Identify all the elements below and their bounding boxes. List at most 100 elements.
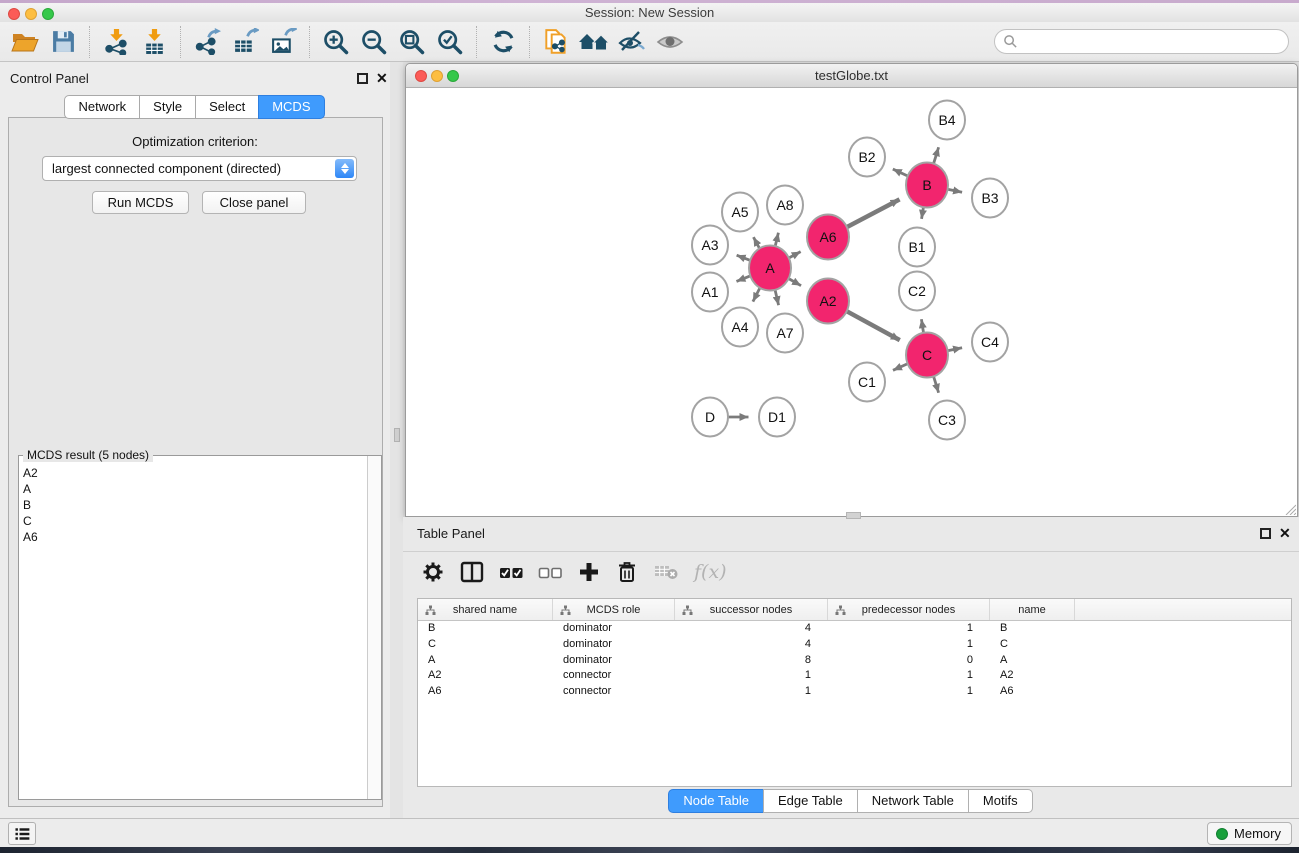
cell-MCDS-role[interactable]: connector (553, 668, 675, 684)
node-A7[interactable]: A7 (767, 314, 803, 353)
deselect-all-button[interactable] (538, 555, 563, 589)
network-window-titlebar[interactable]: testGlobe.txt (406, 64, 1297, 88)
cell-shared-name[interactable]: B (418, 621, 553, 637)
select-all-button[interactable] (499, 555, 524, 589)
zoom-selected-button[interactable] (431, 24, 469, 60)
cell-successor-nodes[interactable]: 1 (675, 684, 828, 700)
tab-mcds[interactable]: MCDS (258, 95, 324, 119)
cell-successor-nodes[interactable]: 4 (675, 621, 828, 637)
mcds-result-item[interactable]: B (23, 497, 367, 513)
table-row[interactable]: Cdominator41C (418, 637, 1291, 653)
cell-successor-nodes[interactable]: 4 (675, 637, 828, 653)
float-panel-icon[interactable] (357, 73, 368, 84)
node-B[interactable]: B (906, 163, 948, 208)
resize-grip-icon[interactable] (1283, 502, 1296, 515)
export-network-button[interactable] (188, 24, 226, 60)
clone-network-button[interactable] (537, 24, 575, 60)
node-A6[interactable]: A6 (807, 215, 849, 260)
node-B4[interactable]: B4 (929, 101, 965, 140)
show-all-networks-button[interactable] (575, 24, 613, 60)
close-table-panel-icon[interactable]: ✕ (1279, 528, 1291, 539)
cell-MCDS-role[interactable]: dominator (553, 621, 675, 637)
column-header-MCDS-role[interactable]: MCDS role (553, 599, 675, 620)
export-image-button[interactable] (264, 24, 302, 60)
hide-visibility-button[interactable] (613, 24, 651, 60)
mcds-result-item[interactable]: A2 (23, 465, 367, 481)
tab-network[interactable]: Network (64, 95, 140, 119)
tab-select[interactable]: Select (195, 95, 259, 119)
cell-predecessor-nodes[interactable]: 1 (828, 668, 990, 684)
tab-network-table[interactable]: Network Table (857, 789, 969, 813)
node-A4[interactable]: A4 (722, 308, 758, 347)
vertical-splitter-handle[interactable] (394, 428, 400, 442)
cell-successor-nodes[interactable]: 8 (675, 653, 828, 669)
delete-table-button[interactable] (653, 555, 680, 589)
tab-node-table[interactable]: Node Table (668, 789, 764, 813)
table-row[interactable]: A6connector11A6 (418, 684, 1291, 700)
cell-predecessor-nodes[interactable]: 1 (828, 684, 990, 700)
memory-button[interactable]: Memory (1207, 822, 1292, 845)
tab-style[interactable]: Style (139, 95, 196, 119)
edge-A-A7[interactable] (775, 288, 779, 305)
open-file-button[interactable] (6, 24, 44, 60)
search-input[interactable] (994, 29, 1289, 54)
edge-C-C3[interactable] (933, 375, 938, 393)
float-table-panel-icon[interactable] (1260, 528, 1271, 539)
node-B3[interactable]: B3 (972, 179, 1008, 218)
cell-shared-name[interactable]: A6 (418, 684, 553, 700)
table-row[interactable]: Adominator80A (418, 653, 1291, 669)
tab-motifs[interactable]: Motifs (968, 789, 1033, 813)
edge-A-A1[interactable] (736, 276, 750, 282)
table-mode-gear-button[interactable] (421, 555, 445, 589)
mcds-result-item[interactable]: A6 (23, 529, 367, 545)
criterion-dropdown[interactable]: largest connected component (directed) (42, 156, 357, 181)
network-canvas[interactable]: B4B2BB3B1A5A8A6A3AA1A2A4A7C2CC4C1C3DD1 (406, 88, 1297, 516)
run-mcds-button[interactable]: Run MCDS (92, 191, 189, 214)
zoom-fit-button[interactable] (393, 24, 431, 60)
node-A[interactable]: A (749, 246, 791, 291)
node-B2[interactable]: B2 (849, 138, 885, 177)
cell-shared-name[interactable]: C (418, 637, 553, 653)
cell-MCDS-role[interactable]: connector (553, 684, 675, 700)
close-panel-button[interactable]: Close panel (202, 191, 306, 214)
cell-name[interactable]: A (990, 653, 1075, 669)
cell-predecessor-nodes[interactable]: 1 (828, 637, 990, 653)
node-C3[interactable]: C3 (929, 401, 965, 440)
cell-name[interactable]: A2 (990, 668, 1075, 684)
horizontal-splitter-handle[interactable] (846, 512, 861, 519)
show-visibility-button[interactable] (651, 24, 689, 60)
cell-name[interactable]: A6 (990, 684, 1075, 700)
edge-B-B3[interactable] (948, 189, 963, 192)
import-network-button[interactable] (97, 24, 135, 60)
node-A5[interactable]: A5 (722, 193, 758, 232)
show-panel-list-button[interactable] (8, 822, 36, 845)
column-header-name[interactable]: name (990, 599, 1075, 620)
cell-shared-name[interactable]: A (418, 653, 553, 669)
column-header-predecessor-nodes[interactable]: predecessor nodes (828, 599, 990, 620)
node-A8[interactable]: A8 (767, 186, 803, 225)
node-C4[interactable]: C4 (972, 323, 1008, 362)
tab-edge-table[interactable]: Edge Table (763, 789, 858, 813)
save-session-button[interactable] (44, 24, 82, 60)
edge-A-A2[interactable] (788, 278, 801, 285)
column-header-shared-name[interactable]: shared name (418, 599, 553, 620)
cell-shared-name[interactable]: A2 (418, 668, 553, 684)
cell-predecessor-nodes[interactable]: 1 (828, 621, 990, 637)
edge-B-B4[interactable] (933, 147, 938, 165)
edge-A-A6[interactable] (789, 252, 801, 258)
edge-A6-B[interactable] (847, 199, 900, 227)
node-C[interactable]: C (906, 333, 948, 378)
create-column-button[interactable] (577, 555, 601, 589)
node-D[interactable]: D (692, 398, 728, 437)
node-C1[interactable]: C1 (849, 363, 885, 402)
cell-successor-nodes[interactable]: 1 (675, 668, 828, 684)
node-A3[interactable]: A3 (692, 226, 728, 265)
edge-C-C4[interactable] (948, 348, 963, 351)
edge-A-A4[interactable] (753, 287, 761, 302)
edge-C-C1[interactable] (893, 364, 908, 371)
mcds-result-item[interactable]: A (23, 481, 367, 497)
show-columns-button[interactable] (459, 555, 485, 589)
edge-A2-C[interactable] (846, 311, 899, 340)
column-header-successor-nodes[interactable]: successor nodes (675, 599, 828, 620)
function-builder-button[interactable]: f(x) (694, 555, 727, 589)
